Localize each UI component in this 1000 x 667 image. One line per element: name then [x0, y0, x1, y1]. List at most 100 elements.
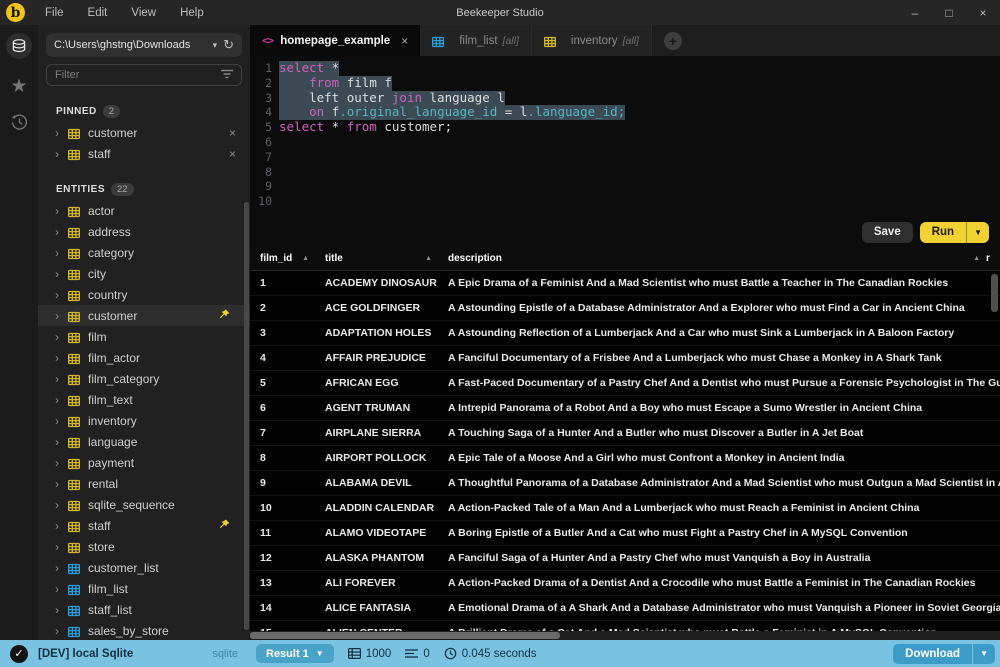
entity-item-sales_by_store[interactable]: ›sales_by_store [38, 620, 250, 640]
chevron-right-icon[interactable]: › [55, 147, 68, 161]
close-button[interactable]: × [966, 0, 1000, 25]
entity-item-payment[interactable]: ›payment [38, 452, 250, 473]
connection-selector[interactable]: C:\Users\ghstng\Downloads ▾ ↻ [46, 33, 242, 57]
run-options-caret-icon[interactable]: ▼ [966, 222, 989, 243]
chevron-right-icon[interactable]: › [55, 477, 68, 491]
chevron-right-icon[interactable]: › [55, 126, 68, 140]
entity-item-inventory[interactable]: ›inventory [38, 410, 250, 431]
sidebar-scrollbar[interactable] [244, 202, 249, 630]
download-button[interactable]: Download ▼ [893, 644, 995, 664]
filter-icon[interactable] [221, 66, 233, 84]
chevron-right-icon[interactable]: › [55, 288, 68, 302]
run-button[interactable]: Run ▼ [920, 222, 989, 243]
table-row[interactable]: 8AIRPORT POLLOCKA Epic Tale of a Moose A… [250, 446, 1000, 471]
sort-icon[interactable]: ▲ [425, 255, 432, 262]
table-row[interactable]: 14ALICE FANTASIAA Emotional Drama of a A… [250, 596, 1000, 621]
chevron-right-icon[interactable]: › [55, 435, 68, 449]
sort-icon[interactable]: ▲ [973, 255, 980, 262]
entity-item-film_list[interactable]: ›film_list [38, 578, 250, 599]
chevron-right-icon[interactable]: › [55, 624, 68, 638]
entity-item-sqlite_sequence[interactable]: ›sqlite_sequence [38, 494, 250, 515]
entity-item-film_category[interactable]: ›film_category [38, 368, 250, 389]
code-line-9[interactable]: 9 [250, 179, 1000, 194]
download-options-caret-icon[interactable]: ▼ [972, 644, 995, 664]
download-button-label[interactable]: Download [893, 644, 972, 664]
code-line-8[interactable]: 8 [250, 165, 1000, 180]
chevron-right-icon[interactable]: › [55, 456, 68, 470]
close-tab-icon[interactable]: × [401, 34, 408, 48]
chevron-right-icon[interactable]: › [55, 393, 68, 407]
sort-icon[interactable]: ▲ [302, 255, 309, 262]
result-selector[interactable]: Result 1 ▼ [256, 644, 334, 663]
code-line-1[interactable]: 1select * [250, 61, 1000, 76]
table-row[interactable]: 11ALAMO VIDEOTAPEA Boring Epistle of a B… [250, 521, 1000, 546]
entity-item-rental[interactable]: ›rental [38, 473, 250, 494]
favorites-star-icon[interactable]: ★ [10, 77, 27, 96]
sql-editor[interactable]: 1select *2 from film f3 left outer join … [250, 56, 1000, 217]
chevron-right-icon[interactable]: › [55, 540, 68, 554]
entity-item-film_actor[interactable]: ›film_actor [38, 347, 250, 368]
table-row[interactable]: 2ACE GOLDFINGERA Astounding Epistle of a… [250, 296, 1000, 321]
entity-item-address[interactable]: ›address [38, 221, 250, 242]
run-button-label[interactable]: Run [920, 222, 966, 243]
results-horizontal-scrollbar[interactable] [250, 631, 1000, 640]
chevron-right-icon[interactable]: › [55, 225, 68, 239]
table-row[interactable]: 4AFFAIR PREJUDICEA Fanciful Documentary … [250, 346, 1000, 371]
entity-item-customer[interactable]: ›customer [38, 305, 250, 326]
unpin-close-icon[interactable]: × [229, 147, 236, 161]
code-line-7[interactable]: 7 [250, 150, 1000, 165]
menu-file[interactable]: File [35, 4, 74, 22]
menu-view[interactable]: View [121, 4, 166, 22]
tab-inventory[interactable]: inventory[all] [532, 25, 652, 56]
code-line-6[interactable]: 6 [250, 135, 1000, 150]
chevron-right-icon[interactable]: › [55, 603, 68, 617]
entity-item-language[interactable]: ›language [38, 431, 250, 452]
menu-edit[interactable]: Edit [78, 4, 118, 22]
table-row[interactable]: 10ALADDIN CALENDARA Action-Packed Tale o… [250, 496, 1000, 521]
entity-item-film[interactable]: ›film [38, 326, 250, 347]
table-row[interactable]: 7AIRPLANE SIERRAA Touching Saga of a Hun… [250, 421, 1000, 446]
pinned-item-customer[interactable]: ›customer× [38, 122, 250, 143]
table-row[interactable]: 12ALASKA PHANTOMA Fanciful Saga of a Hun… [250, 546, 1000, 571]
chevron-right-icon[interactable]: › [55, 204, 68, 218]
table-row[interactable]: 13ALI FOREVERA Action-Packed Drama of a … [250, 571, 1000, 596]
database-icon[interactable] [6, 33, 32, 59]
table-row[interactable]: 9ALABAMA DEVILA Thoughtful Panorama of a… [250, 471, 1000, 496]
menu-help[interactable]: Help [170, 4, 214, 22]
chevron-right-icon[interactable]: › [55, 372, 68, 386]
entity-item-customer_list[interactable]: ›customer_list [38, 557, 250, 578]
tab-homepage_example[interactable]: <>homepage_example× [250, 25, 420, 56]
entity-item-city[interactable]: ›city [38, 263, 250, 284]
unpin-close-icon[interactable]: × [229, 126, 236, 140]
pinned-item-staff[interactable]: ›staff× [38, 143, 250, 164]
chevron-right-icon[interactable]: › [55, 519, 68, 533]
code-line-4[interactable]: 4 on f.original_language_id = l.language… [250, 105, 1000, 120]
table-row[interactable]: 15ALIEN CENTERA Brilliant Drama of a Cat… [250, 621, 1000, 631]
entity-item-staff[interactable]: ›staff [38, 515, 250, 536]
code-line-3[interactable]: 3 left outer join language l [250, 91, 1000, 106]
minimize-button[interactable]: – [898, 0, 932, 25]
entity-filter-input[interactable]: Filter [46, 64, 242, 86]
entities-section-header[interactable]: ENTITIES 22 [38, 180, 250, 198]
column-header-film-id[interactable]: film_id▲ [250, 253, 315, 264]
chevron-right-icon[interactable]: › [55, 351, 68, 365]
new-tab-button[interactable]: + [664, 32, 682, 50]
scrollbar-thumb[interactable] [250, 632, 560, 639]
maximize-button[interactable]: □ [932, 0, 966, 25]
chevron-right-icon[interactable]: › [55, 246, 68, 260]
entity-item-store[interactable]: ›store [38, 536, 250, 557]
table-row[interactable]: 6AGENT TRUMANA Intrepid Panorama of a Ro… [250, 396, 1000, 421]
chevron-right-icon[interactable]: › [55, 414, 68, 428]
chevron-right-icon[interactable]: › [55, 267, 68, 281]
tab-film_list[interactable]: film_list[all] [420, 25, 532, 56]
table-row[interactable]: 1ACADEMY DINOSAURA Epic Drama of a Femin… [250, 271, 1000, 296]
entity-item-film_text[interactable]: ›film_text [38, 389, 250, 410]
entity-item-staff_list[interactable]: ›staff_list [38, 599, 250, 620]
entity-item-actor[interactable]: ›actor [38, 200, 250, 221]
entity-item-country[interactable]: ›country [38, 284, 250, 305]
chevron-right-icon[interactable]: › [55, 330, 68, 344]
refresh-icon[interactable]: ↻ [223, 37, 234, 53]
code-line-2[interactable]: 2 from film f [250, 76, 1000, 91]
history-icon[interactable] [11, 114, 28, 135]
pinned-section-header[interactable]: PINNED 2 [38, 102, 250, 120]
